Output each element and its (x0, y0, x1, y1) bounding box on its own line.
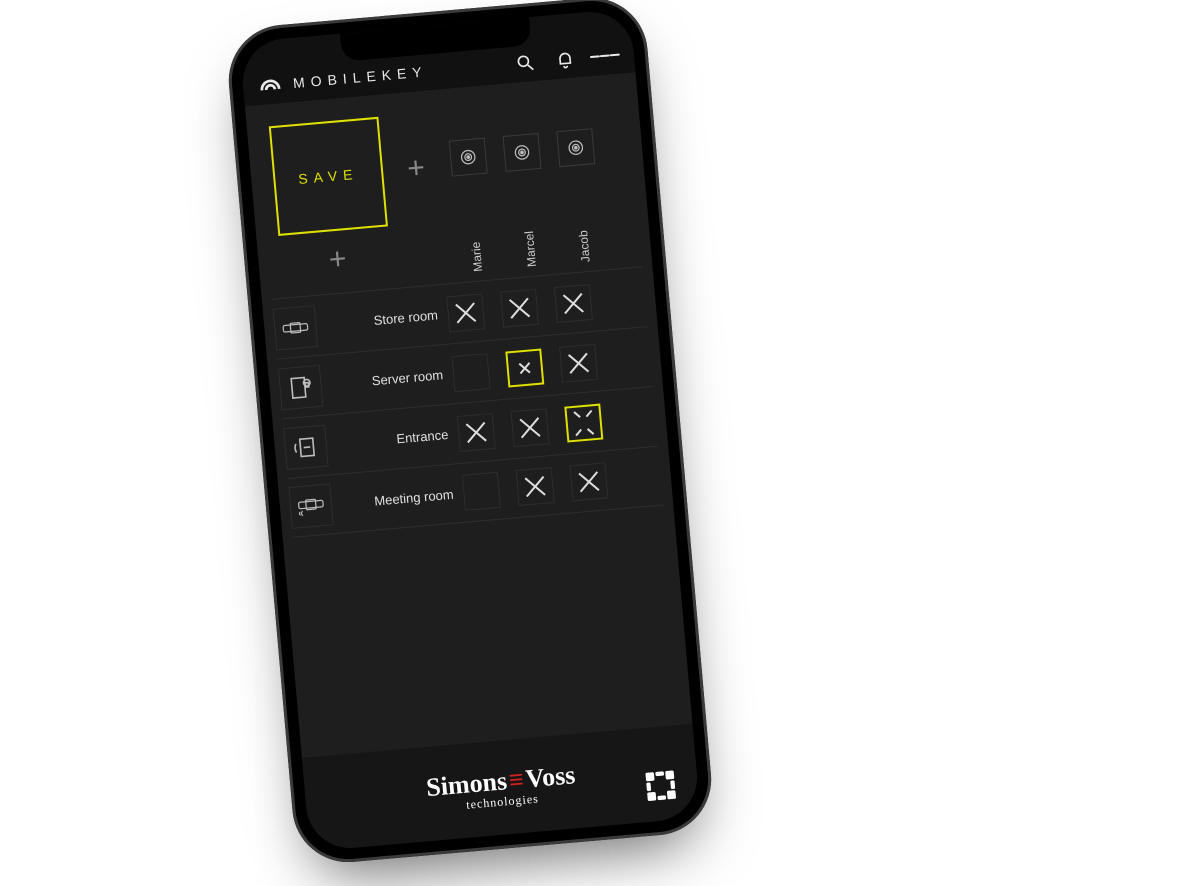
app-title: MOBILEKEY (292, 63, 428, 91)
keyfob-icon[interactable] (449, 138, 488, 177)
access-cell[interactable] (451, 353, 490, 392)
reader-icon[interactable] (283, 424, 329, 470)
bell-icon[interactable] (549, 43, 582, 76)
lock-label: Meeting room (337, 485, 464, 511)
access-cell-pending[interactable] (564, 403, 603, 442)
access-cell[interactable] (446, 293, 485, 332)
app-logo-icon (256, 69, 285, 102)
lock-label: Entrance (332, 426, 459, 452)
phone-screen: MOBILEKEY SAVE + + (239, 8, 700, 851)
add-user-button[interactable]: + (400, 152, 433, 185)
access-cell[interactable] (510, 408, 549, 447)
brand-separator-icon: ≡ (506, 764, 527, 795)
simonsvoss-logo: Simons≡Voss technologies (425, 760, 578, 816)
app-body: SAVE + + Marie Marce (245, 72, 693, 758)
access-cell[interactable] (457, 412, 496, 451)
keyfob-icon[interactable] (503, 133, 542, 172)
search-icon[interactable] (509, 47, 542, 80)
access-cell[interactable] (500, 288, 539, 327)
user-label[interactable]: Jacob (561, 186, 603, 265)
save-button[interactable]: SAVE (269, 117, 388, 236)
cylinder-wifi-icon[interactable] (288, 483, 334, 529)
lock-label: Server room (327, 366, 454, 392)
menu-icon[interactable] (589, 40, 622, 73)
save-button-label: SAVE (298, 166, 359, 187)
access-cell[interactable] (559, 343, 598, 382)
door-lock-icon[interactable] (278, 364, 324, 410)
user-label[interactable]: Marie (454, 195, 496, 274)
phone-frame: MOBILEKEY SAVE + + (224, 0, 716, 867)
access-matrix: Store room Server room (272, 266, 664, 538)
access-cell[interactable] (554, 284, 593, 323)
access-cell[interactable] (462, 472, 501, 511)
add-lock-button[interactable]: + (321, 244, 354, 277)
access-cell[interactable] (569, 462, 608, 501)
keyfob-icon[interactable] (556, 128, 595, 167)
user-key-icons (449, 128, 596, 176)
brand-part-b: Voss (524, 760, 576, 793)
access-cell-selected[interactable] (505, 348, 544, 387)
allegion-logo-icon (642, 767, 679, 804)
cylinder-icon[interactable] (273, 305, 319, 351)
access-cell[interactable] (516, 467, 555, 506)
user-label[interactable]: Marcel (508, 191, 550, 270)
lock-label: Store room (322, 307, 449, 333)
user-labels: Marie Marcel Jacob (454, 186, 604, 274)
